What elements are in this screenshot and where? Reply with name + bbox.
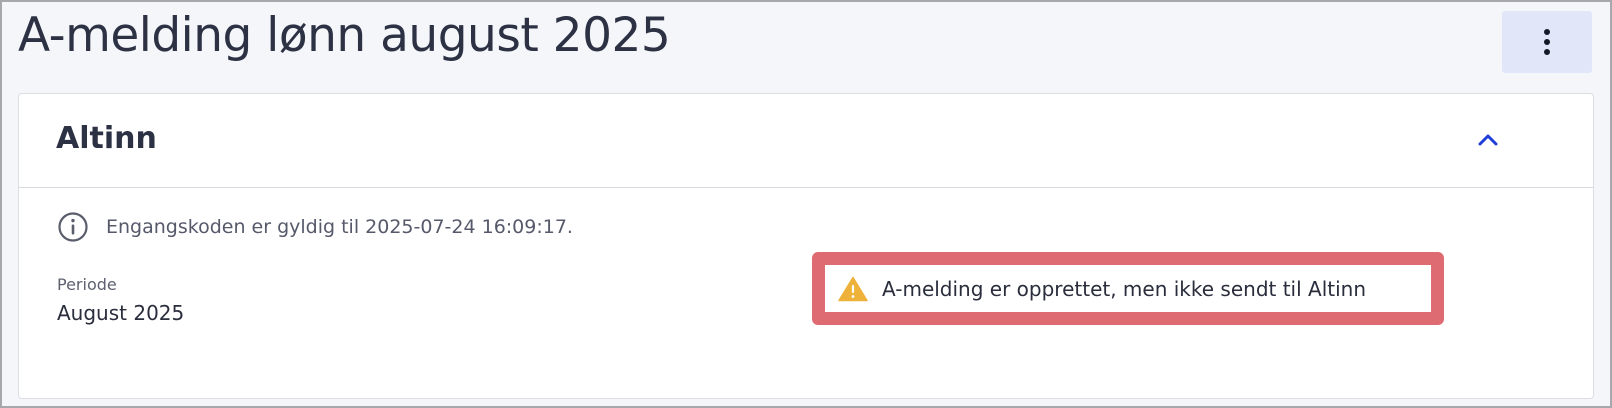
info-circle-icon — [58, 212, 88, 242]
card-title: Altinn — [56, 121, 157, 156]
warning-text: A-melding er opprettet, men ikke sendt t… — [882, 276, 1367, 301]
one-time-code-info: Engangskoden er gyldig til 2025-07-24 16… — [106, 216, 573, 238]
period-value: August 2025 — [57, 301, 185, 325]
more-vertical-icon — [1544, 29, 1550, 55]
warning-alert: A-melding er opprettet, men ikke sendt t… — [812, 252, 1444, 325]
more-options-button[interactable] — [1502, 11, 1592, 73]
page-title: A-melding lønn august 2025 — [18, 8, 671, 63]
period-label: Periode — [57, 275, 117, 294]
chevron-up-icon[interactable] — [1476, 128, 1500, 152]
info-row: Engangskoden er gyldig til 2025-07-24 16… — [57, 211, 573, 243]
altinn-card-header[interactable]: Altinn — [19, 94, 1593, 188]
altinn-card: Altinn Engangskoden er gyldig til 2025-0… — [18, 93, 1594, 399]
warning-triangle-icon — [838, 276, 868, 301]
